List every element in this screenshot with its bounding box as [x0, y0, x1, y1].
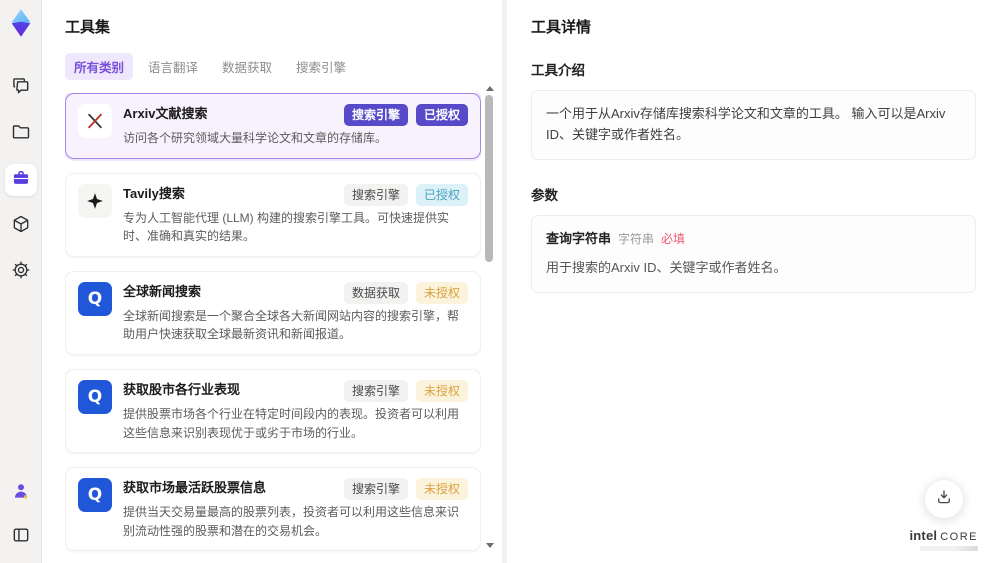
tab-language-translation[interactable]: 语言翻译: [139, 53, 207, 80]
tavily-icon: [78, 183, 112, 218]
scrollbar[interactable]: [485, 86, 494, 548]
scrollbar-thumb[interactable]: [485, 95, 493, 262]
detail-title: 工具详情: [531, 19, 592, 36]
tool-card[interactable]: Q 获取市场最活跃股票信息 搜索引擎 未授权 提供当天交易量最高的股票列表，投资…: [65, 467, 481, 552]
tool-name: Arxiv文献搜索: [123, 106, 208, 121]
sidebar-item-collapse[interactable]: [5, 521, 37, 553]
sidebar-item-settings[interactable]: [5, 256, 37, 288]
param-type: 字符串: [618, 231, 655, 246]
tool-list: Arxiv文献搜索 搜索引擎 已授权 访问各个研究领域大量科学论文和文章的存储库…: [65, 93, 481, 555]
tool-detail-panel: 工具详情 工具介绍 一个用于从Arxiv存储库搜索科学论文和文章的工具。 输入可…: [507, 0, 1000, 563]
toolset-panel: 工具集 所有类别 语言翻译 数据获取 搜索引擎 Arxiv文献搜索 搜索引擎 已…: [42, 0, 502, 563]
tool-category-badge: 搜索引擎: [343, 478, 408, 501]
cube-icon: [11, 214, 31, 239]
qnews-icon: Q: [78, 281, 112, 316]
param-desc: 用于搜索的Arxiv ID、关键字或作者姓名。: [546, 260, 787, 276]
arxiv-icon: [78, 104, 112, 138]
tab-search-engine[interactable]: 搜索引擎: [287, 53, 355, 80]
tool-auth-badge: 未授权: [415, 379, 468, 402]
sidebar-item-chat[interactable]: [5, 72, 37, 104]
tool-auth-badge: 已授权: [415, 183, 468, 206]
tool-desc: 提供股票市场各个行业在特定时间段内的表现。投资者可以利用这些信息来识别表现优于或…: [123, 406, 460, 440]
tool-name: 获取股市各行业表现: [123, 381, 241, 397]
tool-name: 获取市场最活跃股票信息: [123, 480, 267, 496]
tool-desc: 访问各个研究领域大量科学论文和文章的存储库。: [123, 131, 388, 145]
tool-desc: 专为人工智能代理 (LLM) 构建的搜索引擎工具。可快速提供实时、准确和真实的结…: [123, 210, 450, 244]
tool-category-badge: 搜索引擎: [343, 183, 408, 206]
param-card: 查询字符串 字符串 必填 用于搜索的Arxiv ID、关键字或作者姓名。: [531, 214, 976, 294]
page-title: 工具集: [65, 19, 111, 36]
intel-core-logo: intel CORE: [909, 528, 978, 543]
intro-heading: 工具介绍: [531, 63, 585, 78]
tab-data-acquisition[interactable]: 数据获取: [213, 53, 281, 80]
tool-desc: 全球新闻搜索是一个聚合全球各大新闻网站内容的搜索引擎，帮助用户快速获取全球最新资…: [123, 308, 460, 342]
download-icon: [935, 488, 953, 511]
tool-auth-badge: 未授权: [415, 478, 468, 501]
tool-desc: 提供当天交易量最高的股票列表，投资者可以利用这些信息来识别流动性强的股票和潜在的…: [123, 505, 460, 538]
tool-auth-badge: 未授权: [415, 281, 468, 304]
tool-category-badge: 搜索引擎: [343, 379, 408, 402]
briefcase-icon: [11, 168, 31, 193]
category-tabs: 所有类别 语言翻译 数据获取 搜索引擎: [65, 53, 502, 80]
tool-card[interactable]: Q 获取股市各行业表现 搜索引擎 未授权 提供股票市场各个行业在特定时间段内的表…: [65, 368, 481, 454]
intro-text: 一个用于从Arxiv存储库搜索科学论文和文章的工具。 输入可以是Arxiv ID…: [531, 90, 976, 160]
app-logo-gem-icon: [6, 8, 36, 38]
sidebar-item-account[interactable]: [5, 477, 37, 509]
tool-auth-badge: 已授权: [415, 104, 468, 126]
user-avatar-icon: [11, 481, 31, 506]
sidebar-item-files[interactable]: [5, 118, 37, 150]
app-window: 工具集 所有类别 语言翻译 数据获取 搜索引擎 Arxiv文献搜索 搜索引擎 已…: [0, 0, 1000, 563]
tool-card[interactable]: Q 全球新闻搜索 数据获取 未授权 全球新闻搜索是一个聚合全球各大新闻网站内容的…: [65, 270, 481, 355]
qnews-icon: Q: [78, 379, 112, 414]
tool-name: Tavily搜索: [123, 185, 185, 201]
intel-logo-subline: [920, 546, 978, 551]
scroll-up-arrow-icon[interactable]: [485, 86, 494, 91]
param-name: 查询字符串: [546, 230, 612, 246]
tool-category-badge: 数据获取: [343, 281, 408, 304]
tool-card[interactable]: Arxiv文献搜索 搜索引擎 已授权 访问各个研究领域大量科学论文和文章的存储库…: [65, 93, 481, 159]
tool-name: 全球新闻搜索: [123, 283, 202, 299]
param-required-badge: 必填: [661, 231, 686, 246]
corner-widgets: intel CORE: [909, 479, 978, 551]
qnews-icon: Q: [78, 478, 112, 513]
panel-toggle-icon: [11, 525, 31, 550]
chat-icon: [11, 76, 31, 101]
params-heading: 参数: [531, 187, 558, 203]
tab-all-categories[interactable]: 所有类别: [65, 53, 134, 80]
tool-card[interactable]: Tavily搜索 搜索引擎 已授权 专为人工智能代理 (LLM) 构建的搜索引擎…: [65, 172, 481, 257]
folder-icon: [11, 122, 31, 147]
tool-category-badge: 搜索引擎: [343, 104, 408, 126]
sidebar: [0, 0, 42, 563]
sidebar-item-packages[interactable]: [5, 210, 37, 242]
download-button[interactable]: [923, 479, 964, 519]
sidebar-item-toolbox[interactable]: [4, 164, 37, 196]
gear-icon: [11, 260, 31, 285]
scroll-down-arrow-icon[interactable]: [485, 543, 494, 548]
